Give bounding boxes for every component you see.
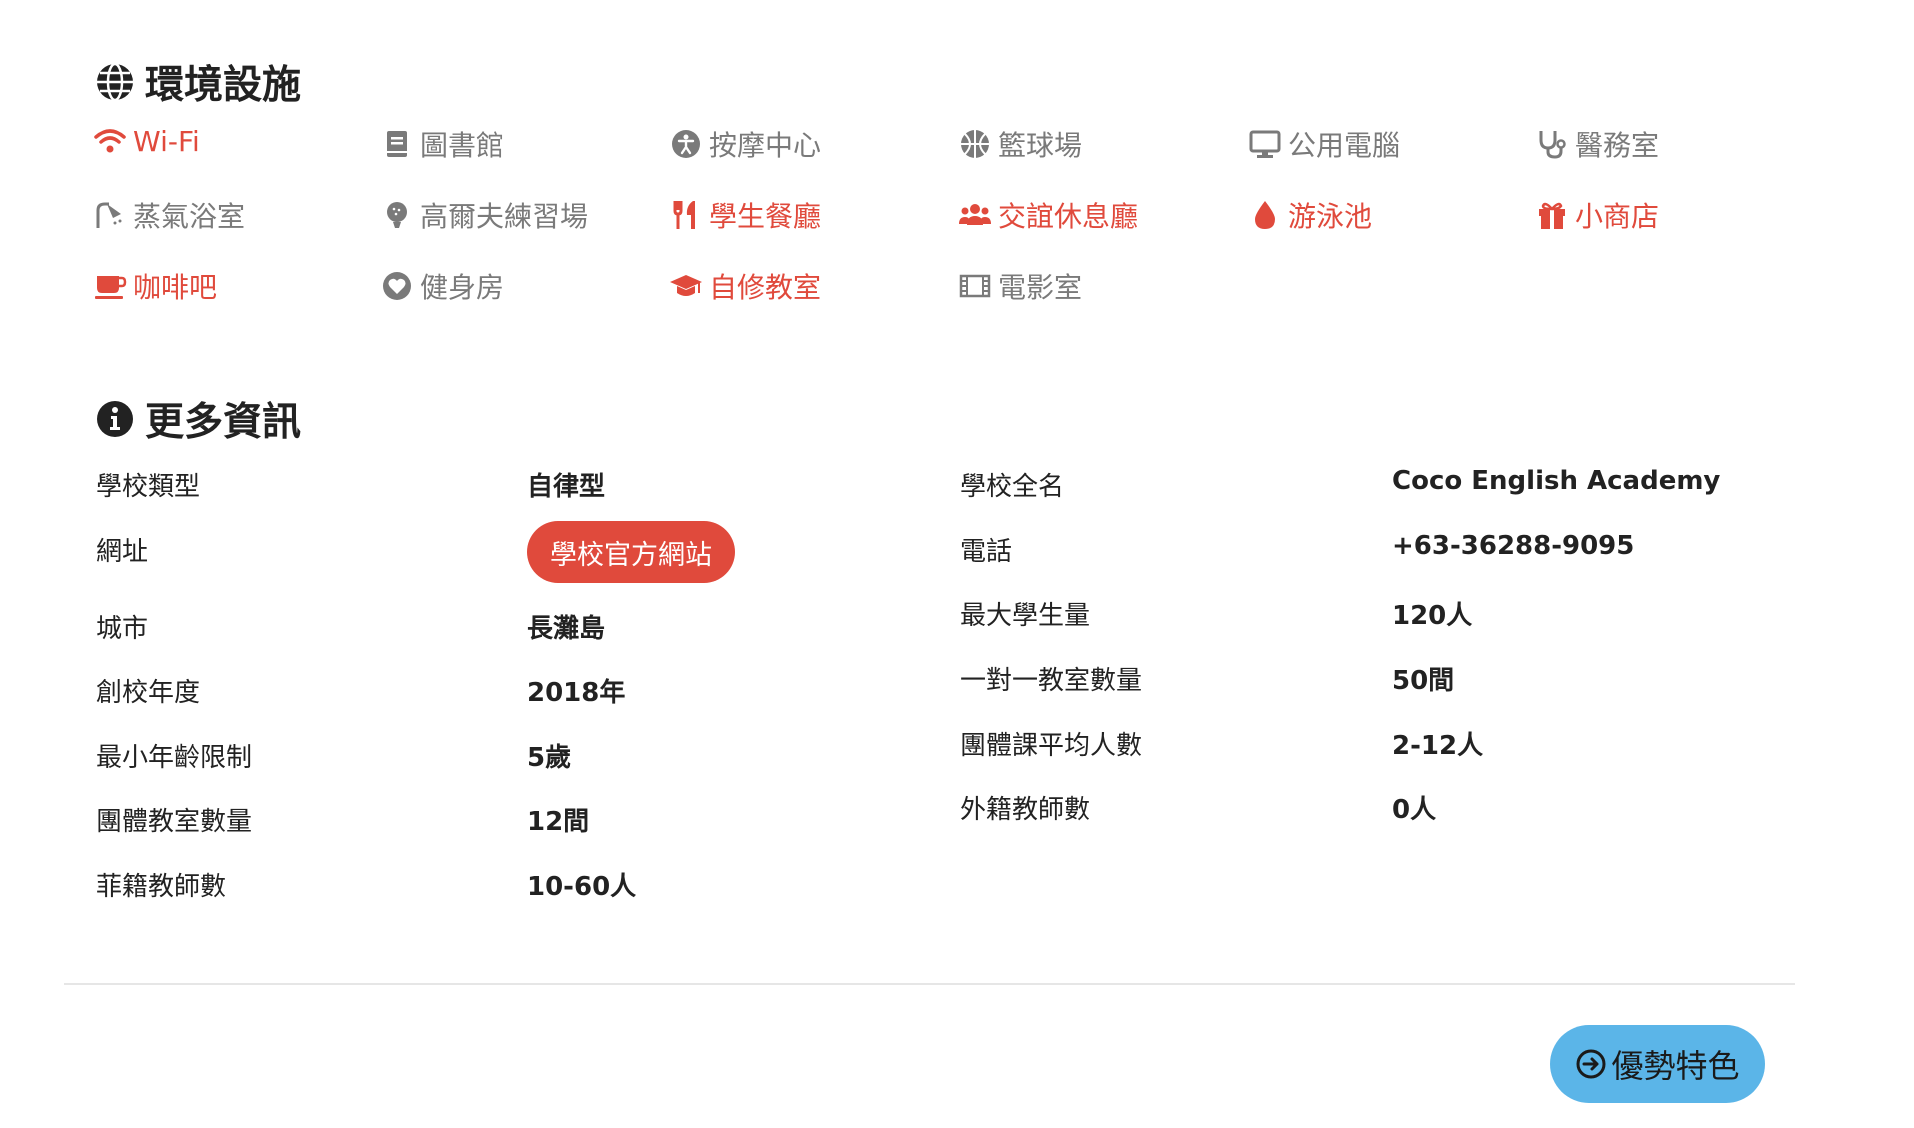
facility-massage: 按摩中心 [669,124,821,164]
facility-cinema: 電影室 [958,266,1082,306]
info-value-city: 長灘島 [527,614,606,644]
info-icon [95,399,135,439]
accessibility-icon [669,127,703,161]
stethoscope-icon [1535,127,1569,161]
globe-icon [95,62,135,102]
info-value-foreign-teachers: 0人 [1392,795,1437,825]
info-label-min-age: 最小年齡限制 [96,743,253,773]
facility-label: 小商店 [1575,200,1660,233]
facility-label: 自修教室 [709,271,822,304]
graduation-cap-icon [669,269,703,303]
facility-label: 健身房 [420,271,505,304]
info-value-filipino-teachers: 10-60人 [527,872,637,902]
book-icon [380,127,414,161]
facility-label: 學生餐廳 [709,200,822,233]
coffee-icon [93,269,127,303]
facility-sauna: 蒸氣浴室 [93,195,245,235]
shower-icon [93,198,127,232]
info-label-full-name: 學校全名 [960,472,1065,502]
desktop-icon [1248,127,1282,161]
facility-label: 交誼休息廳 [998,200,1139,233]
facility-label: 咖啡吧 [133,271,218,304]
facility-cafeteria: 學生餐廳 [669,195,821,235]
info-label-filipino-teachers: 菲籍教師數 [96,872,227,902]
info-value-group-avg: 2-12人 [1392,731,1484,761]
users-icon [958,198,992,232]
info-value-phone: +63-36288-9095 [1392,531,1635,561]
info-title-text: 更多資訊 [145,400,302,445]
facility-golf: 高爾夫練習場 [380,195,588,235]
info-label-school-type: 學校類型 [96,472,201,502]
facility-label: 電影室 [998,271,1083,304]
info-value-school-type: 自律型 [527,472,606,502]
info-label-city: 城市 [96,614,149,644]
facility-gym: 健身房 [380,266,504,306]
feature-highlights-button[interactable]: 優勢特色 [1550,1025,1765,1103]
info-value-group-rooms: 12間 [527,807,590,837]
facility-wifi: Wi-Fi [93,124,200,158]
facility-label: 圖書館 [420,129,505,162]
info-label-group-avg: 團體課平均人數 [960,731,1143,761]
gift-icon [1535,198,1569,232]
facility-pool: 游泳池 [1248,195,1372,235]
info-value-founded: 2018年 [527,678,626,708]
facilities-title-text: 環境設施 [145,63,302,108]
info-value-one-on-one-rooms: 50間 [1392,666,1455,696]
basketball-icon [958,127,992,161]
facility-label: 按摩中心 [709,129,822,162]
info-value-full-name: Coco English Academy [1392,466,1721,496]
info-label-group-rooms: 團體教室數量 [96,807,253,837]
water-drop-icon [1248,198,1282,232]
info-value-min-age: 5歲 [527,743,572,773]
feature-button-label: 優勢特色 [1611,1047,1740,1085]
wifi-icon [93,124,127,158]
facility-label: 蒸氣浴室 [133,200,246,233]
facility-clinic: 醫務室 [1535,124,1659,164]
info-value-max-students: 120人 [1392,601,1473,631]
facility-label: 醫務室 [1575,129,1660,162]
facility-lounge: 交誼休息廳 [958,195,1138,235]
heart-icon [380,269,414,303]
golf-icon [380,198,414,232]
facility-library: 圖書館 [380,124,504,164]
section-divider [64,983,1795,985]
arrow-circle-right-icon [1575,1048,1607,1080]
info-label-phone: 電話 [960,537,1013,567]
facility-basketball: 籃球場 [958,124,1082,164]
facility-label: Wi-Fi [133,124,200,158]
info-label-foreign-teachers: 外籍教師數 [960,795,1091,825]
info-title: 更多資訊 [95,391,301,447]
info-label-max-students: 最大學生量 [960,601,1091,631]
facility-computer: 公用電腦 [1248,124,1400,164]
official-website-button[interactable]: 學校官方網站 [527,521,735,583]
info-label-founded: 創校年度 [96,678,201,708]
facility-label: 游泳池 [1288,200,1373,233]
facility-label: 高爾夫練習場 [420,200,589,233]
facility-shop: 小商店 [1535,195,1659,235]
facilities-title: 環境設施 [95,54,301,110]
info-label-one-on-one-rooms: 一對一教室數量 [960,666,1143,696]
facility-label: 公用電腦 [1288,129,1401,162]
facility-study-room: 自修教室 [669,266,821,306]
utensils-icon [669,198,703,232]
facility-cafe: 咖啡吧 [93,266,217,306]
film-icon [958,269,992,303]
facility-label: 籃球場 [998,129,1083,162]
info-label-website: 網址 [96,537,149,567]
